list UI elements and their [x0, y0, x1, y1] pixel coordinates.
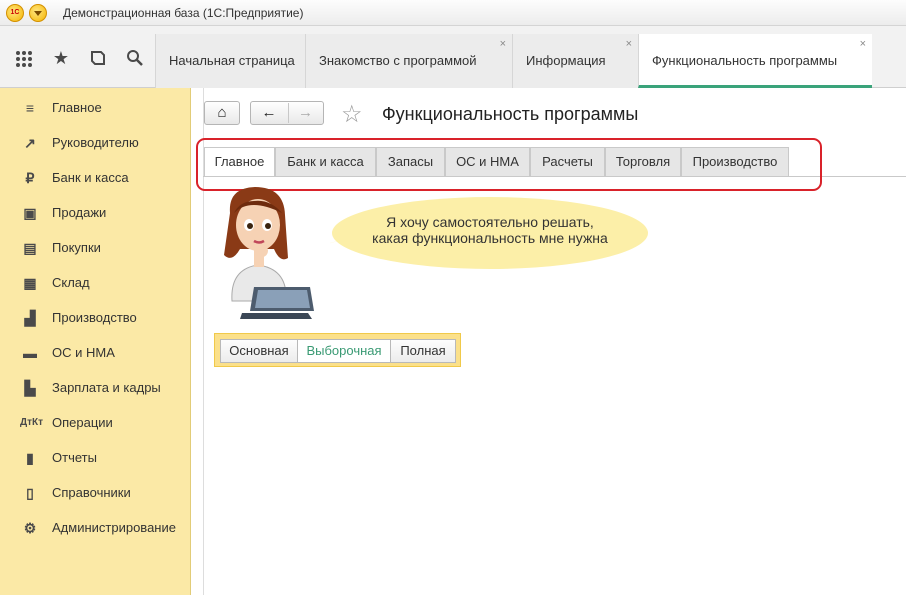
sidebar-item-reports[interactable]: ▮ Отчеты	[0, 440, 190, 475]
sidebar-item-sales[interactable]: ▣ Продажи	[0, 195, 190, 230]
sidebar-item-salary[interactable]: ▙ Зарплата и кадры	[0, 370, 190, 405]
tab-functionality[interactable]: Функциональность программы ×	[638, 34, 872, 88]
speech-line-1: Я хочу самостоятельно решать,	[386, 214, 594, 230]
sidebar-item-fixed-assets[interactable]: ▬ ОС и НМА	[0, 335, 190, 370]
top-panel: ★ Начальная страница Знакомство с програ…	[0, 26, 906, 88]
sidebar-item-label: Продажи	[52, 205, 107, 220]
history-icon[interactable]	[86, 46, 110, 70]
sidebar-item-label: Главное	[52, 100, 102, 115]
books-icon: ▯	[26, 485, 34, 501]
apps-grid-icon[interactable]	[12, 47, 36, 71]
factory-icon: ▟	[24, 310, 36, 326]
sidebar-item-warehouse[interactable]: ▦ Склад	[0, 265, 190, 300]
sidebar-item-manager[interactable]: ↗ Руководителю	[0, 125, 190, 160]
forward-button[interactable]: →	[288, 103, 322, 123]
sidebar-item-operations[interactable]: ДтКт Операции	[0, 405, 190, 440]
page-title: Функциональность программы	[382, 104, 639, 124]
tab-intro[interactable]: Знакомство с программой ×	[305, 34, 512, 88]
menu-lines-icon: ≡	[25, 100, 35, 116]
gear-icon: ⚙	[23, 520, 37, 536]
sidebar-item-label: Отчеты	[52, 450, 97, 465]
tab-label: Информация	[526, 53, 606, 68]
close-icon[interactable]: ×	[626, 38, 632, 50]
tab-information[interactable]: Информация ×	[512, 34, 638, 88]
sidebar-item-label: Администрирование	[52, 520, 176, 535]
favorites-star-icon[interactable]: ★	[49, 46, 73, 70]
mode-full-button[interactable]: Полная	[390, 339, 456, 363]
sidebar-item-label: ОС и НМА	[52, 345, 115, 360]
ruble-icon: ₽	[25, 170, 35, 186]
speech-line-2: какая функциональность мне нужна	[372, 230, 608, 246]
sidebar-item-main[interactable]: ≡ Главное	[0, 90, 190, 125]
tab-home[interactable]: Начальная страница	[155, 34, 305, 88]
sidebar-item-purchases[interactable]: ▤ Покупки	[0, 230, 190, 265]
close-icon[interactable]: ×	[500, 38, 506, 50]
sidebar-item-label: Справочники	[52, 485, 131, 500]
bag-icon: ▣	[23, 205, 37, 221]
sidebar-item-label: Банк и касса	[52, 170, 129, 185]
history-nav: ← →	[250, 101, 324, 125]
bar-chart-icon: ▮	[26, 450, 34, 466]
assistant-illustration	[224, 187, 314, 319]
tab-label: Знакомство с программой	[319, 53, 477, 68]
sidebar-item-label: Склад	[52, 275, 90, 290]
mode-selective-button[interactable]: Выборочная	[297, 339, 391, 363]
person-icon: ▙	[24, 380, 36, 396]
window-title: Демонстрационная база (1С:Предприятие)	[63, 6, 304, 20]
sidebar-item-label: Покупки	[52, 240, 101, 255]
truck-icon: ▬	[23, 345, 37, 361]
sidebar-item-label: Зарплата и кадры	[52, 380, 161, 395]
sidebar-item-label: Руководителю	[52, 135, 139, 150]
sidebar-item-bank[interactable]: ₽ Банк и касса	[0, 160, 190, 195]
app-logo-icon: 1С	[6, 4, 24, 22]
mode-basic-button[interactable]: Основная	[220, 339, 298, 363]
add-to-favorites-star-icon[interactable]: ☆	[341, 100, 363, 129]
home-button[interactable]: ⌂	[204, 101, 240, 125]
back-button[interactable]: ←	[252, 103, 286, 123]
sidebar: ≡ Главное ↗ Руководителю ₽ Банк и касса …	[0, 88, 191, 595]
tab-label: Начальная страница	[169, 53, 295, 68]
search-icon[interactable]	[123, 46, 147, 70]
sidebar-item-label: Производство	[52, 310, 137, 325]
close-icon[interactable]: ×	[860, 38, 866, 50]
sidebar-item-production[interactable]: ▟ Производство	[0, 300, 190, 335]
home-icon: ⌂	[217, 104, 227, 121]
warehouse-icon: ▦	[23, 275, 37, 291]
app-menu-button[interactable]	[29, 4, 47, 22]
sidebar-item-label: Операции	[52, 415, 113, 430]
cart-icon: ▤	[23, 240, 37, 256]
title-bar: 1С Демонстрационная база (1С:Предприятие…	[0, 0, 906, 26]
trend-icon: ↗	[24, 135, 36, 151]
tab-label: Функциональность программы	[652, 53, 838, 68]
sidebar-item-administration[interactable]: ⚙ Администрирование	[0, 510, 190, 545]
speech-bubble-text: Я хочу самостоятельно решать, какая функ…	[338, 214, 642, 246]
sidebar-item-catalogs[interactable]: ▯ Справочники	[0, 475, 190, 510]
operations-icon: ДтКт	[20, 417, 44, 428]
